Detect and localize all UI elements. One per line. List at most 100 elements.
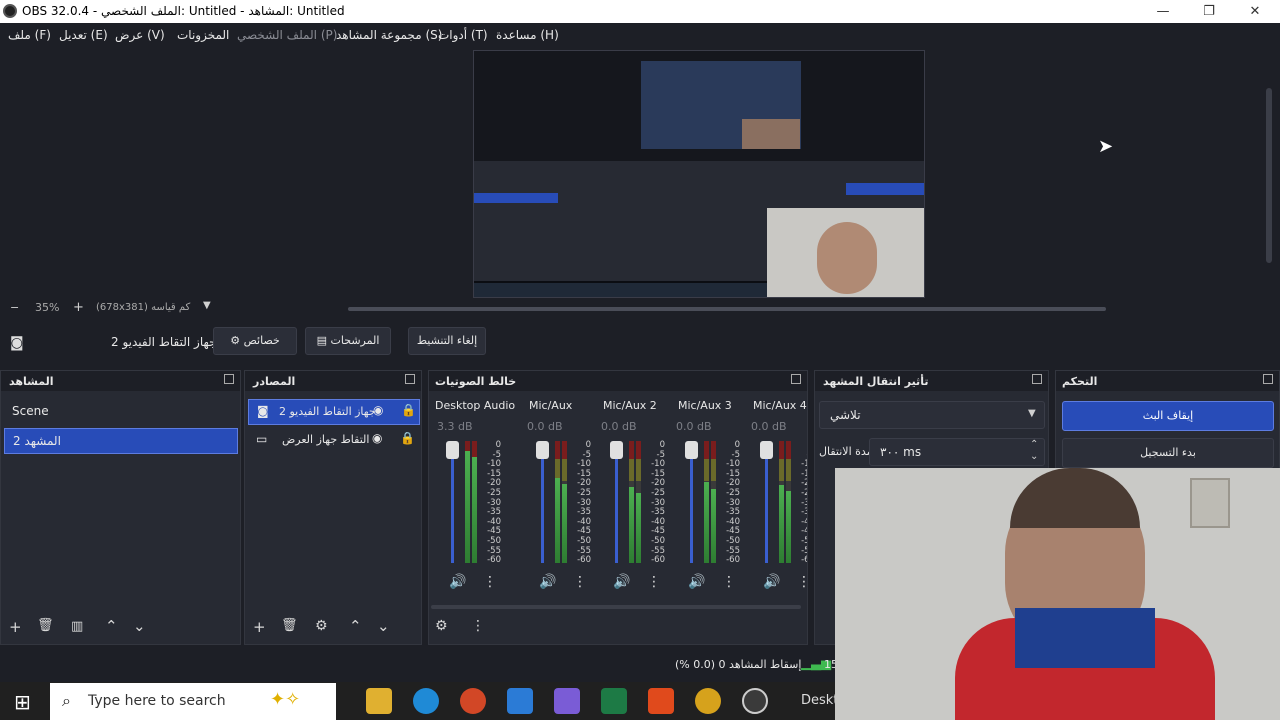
menu-profile[interactable]: الملف الشخصي (P) xyxy=(237,28,337,42)
menu-docks[interactable]: المخزونات xyxy=(177,28,229,42)
trash-icon[interactable]: 🗑 xyxy=(37,618,54,633)
spin-up-icon[interactable]: ⌃ xyxy=(1030,439,1038,450)
menu-help[interactable]: مساعدة (H) xyxy=(496,28,559,42)
menu-tools[interactable]: أدوات (T) xyxy=(438,28,488,42)
move-up-icon[interactable]: ⌃ xyxy=(105,617,118,635)
transition-select[interactable]: تلاشي ▼ xyxy=(819,401,1045,429)
channel-name: Mic/Aux 4 xyxy=(753,399,807,412)
deactivate-button[interactable]: إلغاء التنشيط xyxy=(408,327,486,355)
obs-taskbar-icon[interactable] xyxy=(742,688,768,714)
source-item[interactable]: ▭ التقاط جهاز العرض ◉ 🔒 xyxy=(248,428,420,454)
volume-fader-track[interactable] xyxy=(451,441,454,563)
more-options-icon[interactable]: ⋮ xyxy=(573,574,587,590)
add-icon[interactable]: + xyxy=(9,618,22,636)
windows-start-icon[interactable]: ⊞ xyxy=(14,690,31,714)
channel-name: Desktop Audio xyxy=(435,399,516,412)
volume-fader-handle[interactable] xyxy=(685,441,698,459)
float-icon[interactable] xyxy=(791,374,801,384)
speaker-icon[interactable]: 🔊 xyxy=(688,574,705,590)
zoom-in-button[interactable]: + xyxy=(73,300,84,315)
search-placeholder: Type here to search xyxy=(88,693,226,709)
mixer-scrollbar[interactable] xyxy=(431,605,801,609)
more-options-icon[interactable]: ⋮ xyxy=(471,618,485,634)
scene-item[interactable]: Scene xyxy=(4,399,238,425)
brave-icon[interactable] xyxy=(648,688,674,714)
webcam-overlay xyxy=(835,468,1280,720)
volume-fader-handle[interactable] xyxy=(536,441,549,459)
speaker-icon[interactable]: 🔊 xyxy=(613,574,630,590)
menu-edit[interactable]: تعديل (E) xyxy=(59,28,108,42)
visibility-eye-icon[interactable]: ◉ xyxy=(373,403,383,417)
float-icon[interactable] xyxy=(1032,374,1042,384)
minimize-button[interactable]: — xyxy=(1140,0,1186,23)
edge-icon[interactable] xyxy=(413,688,439,714)
volume-fader-track[interactable] xyxy=(690,441,693,563)
taskbar-search[interactable]: ⌕ Type here to search ✦✧ xyxy=(50,683,336,720)
more-options-icon[interactable]: ⋮ xyxy=(797,574,807,590)
properties-button[interactable]: ⚙ خصائص xyxy=(213,327,297,355)
speaker-icon[interactable]: 🔊 xyxy=(539,574,556,590)
scene-item-selected[interactable]: المشهد 2 xyxy=(4,428,238,454)
menu-scene-collection[interactable]: مجموعة المشاهد (S) xyxy=(336,28,442,42)
duration-spinbox[interactable]: ٣٠٠ ms ⌃ ⌄ xyxy=(869,438,1045,466)
gear-icon[interactable]: ⚙ xyxy=(315,618,328,634)
copilot-icon[interactable] xyxy=(554,688,580,714)
duration-value: ٣٠٠ ms xyxy=(880,445,922,459)
float-icon[interactable] xyxy=(224,374,234,384)
scenes-header: المشاهد xyxy=(1,371,240,391)
source-label: التقاط جهاز العرض xyxy=(282,433,370,446)
properties-label: خصائص xyxy=(243,334,280,347)
lock-icon[interactable]: 🔒 xyxy=(401,403,416,417)
volume-fader-track[interactable] xyxy=(541,441,544,563)
preview-horizontal-scrollbar[interactable] xyxy=(348,307,1106,311)
volume-fader-track[interactable] xyxy=(615,441,618,563)
trash-icon[interactable]: 🗑 xyxy=(281,618,298,633)
more-options-icon[interactable]: ⋮ xyxy=(722,574,736,590)
float-icon[interactable] xyxy=(1263,374,1273,384)
filters-button[interactable]: ▤ المرشحات xyxy=(305,327,391,355)
maximize-button[interactable]: ❐ xyxy=(1186,0,1232,23)
speaker-icon[interactable]: 🔊 xyxy=(763,574,780,590)
zoom-out-button[interactable]: − xyxy=(10,301,19,314)
lock-icon[interactable]: 🔒 xyxy=(400,431,415,445)
menu-view[interactable]: عرض (V) xyxy=(115,28,165,42)
move-down-icon[interactable]: ⌄ xyxy=(377,617,390,635)
move-up-icon[interactable]: ⌃ xyxy=(349,617,362,635)
move-down-icon[interactable]: ⌄ xyxy=(133,617,146,635)
scenes-footer: + 🗑 ▥ ⌃ ⌄ xyxy=(1,614,240,644)
meter-scale: 0-5-10-15-20-25-30-35-40-45-50-55-60 xyxy=(479,440,501,566)
stop-streaming-button[interactable]: إيقاف البث xyxy=(1062,401,1274,431)
close-button[interactable]: ✕ xyxy=(1232,0,1278,23)
more-options-icon[interactable]: ⋮ xyxy=(483,574,497,590)
float-icon[interactable] xyxy=(405,374,415,384)
audio-mixer-dock: خالط الصوتيات Desktop Audio 3.3 dB 0 -5 -10-… xyxy=(428,370,808,645)
add-icon[interactable]: + xyxy=(253,618,266,636)
zoom-dropdown-icon[interactable]: ▼ xyxy=(203,300,211,311)
scenes-dock: المشاهد Scene المشهد 2 + 🗑 ▥ ⌃ ⌄ xyxy=(0,370,241,645)
store-icon[interactable] xyxy=(507,688,533,714)
powerpoint-icon[interactable] xyxy=(460,688,486,714)
canvas-size: (678x381) كم قياسه xyxy=(96,302,191,313)
excel-icon[interactable] xyxy=(601,688,627,714)
more-options-icon[interactable]: ⋮ xyxy=(647,574,661,590)
visibility-eye-icon[interactable]: ◉ xyxy=(372,431,382,445)
volume-fader-track[interactable] xyxy=(765,441,768,563)
advanced-audio-gear-icon[interactable]: ⚙ xyxy=(435,618,448,634)
file-explorer-icon[interactable] xyxy=(366,688,392,714)
volume-fader-handle[interactable] xyxy=(610,441,623,459)
chrome-icon[interactable] xyxy=(695,688,721,714)
channel-db: 0.0 dB xyxy=(527,420,563,433)
nested-webcam xyxy=(742,119,800,149)
preview-vertical-scrollbar[interactable] xyxy=(1266,88,1272,263)
volume-fader-handle[interactable] xyxy=(446,441,459,459)
start-recording-button[interactable]: بدء التسجيل xyxy=(1062,438,1274,468)
menu-file[interactable]: ملف (F) xyxy=(8,28,51,42)
spin-down-icon[interactable]: ⌄ xyxy=(1030,451,1038,462)
sources-title: المصادر xyxy=(253,375,296,388)
source-item-selected[interactable]: ◙ جهاز التقاط الفيديو 2 ◉ 🔒 xyxy=(248,399,420,425)
volume-fader-handle[interactable] xyxy=(760,441,773,459)
speaker-icon[interactable]: 🔊 xyxy=(449,574,466,590)
preview-canvas[interactable] xyxy=(473,50,925,298)
filter-icon[interactable]: ▥ xyxy=(71,619,83,634)
gear-icon: ⚙ xyxy=(230,334,241,347)
